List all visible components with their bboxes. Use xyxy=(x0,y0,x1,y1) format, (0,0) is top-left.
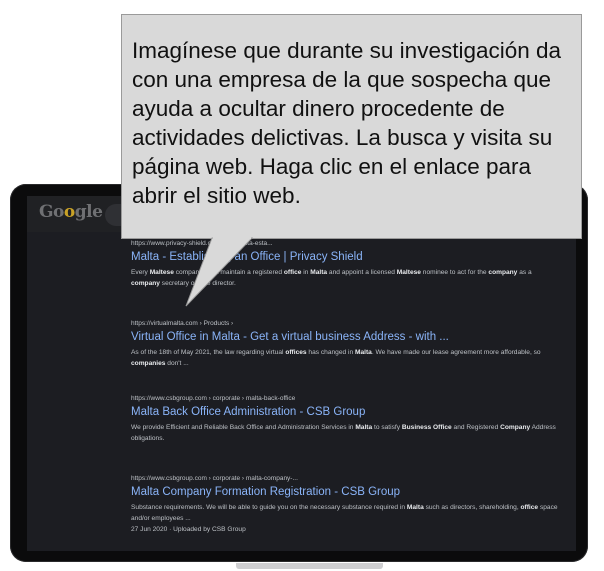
callout-text: Imagínese que durante su investigación d… xyxy=(132,38,562,208)
